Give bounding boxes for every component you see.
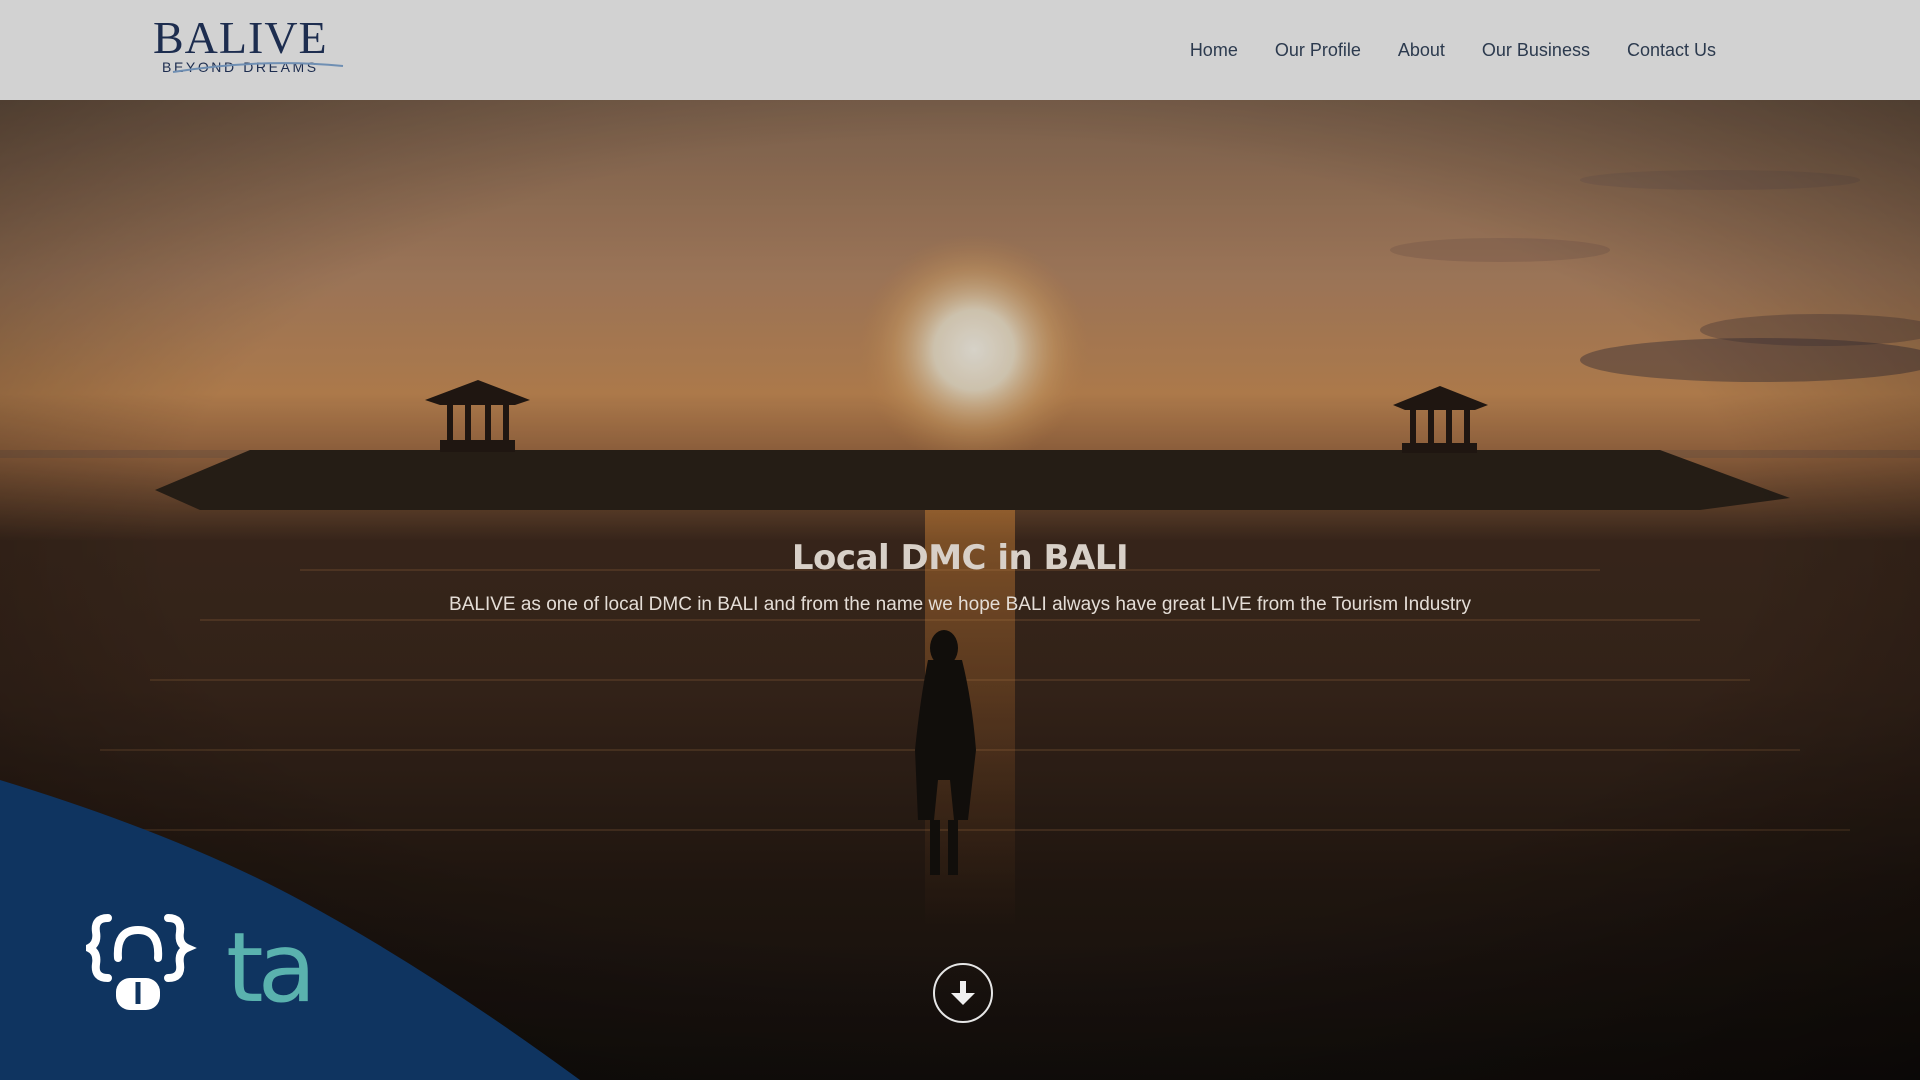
nav-about[interactable]: About: [1398, 40, 1445, 61]
hero-title: Local DMC in BALI: [791, 538, 1129, 578]
ta-logo-text: ta: [226, 912, 317, 1024]
nav-our-profile[interactable]: Our Profile: [1275, 40, 1361, 61]
site-logo[interactable]: BALIVE BEYOND DREAMS: [153, 14, 353, 78]
scroll-down-button[interactable]: [933, 963, 993, 1023]
hero-subtitle: BALIVE as one of local DMC in BALI and f…: [449, 594, 1471, 615]
nav-home[interactable]: Home: [1190, 40, 1238, 61]
nav-our-business[interactable]: Our Business: [1482, 40, 1590, 61]
site-header: BALIVE BEYOND DREAMS Home Our Profile Ab…: [0, 0, 1920, 100]
main-nav: Home Our Profile About Our Business Cont…: [1190, 0, 1716, 100]
corner-badge: ta: [0, 780, 600, 1080]
logo-swoosh-icon: [172, 62, 344, 73]
nav-contact-us[interactable]: Contact Us: [1627, 40, 1716, 61]
code-bracket-face-icon: [86, 914, 197, 1010]
arrow-down-circle-icon: [951, 981, 975, 1005]
